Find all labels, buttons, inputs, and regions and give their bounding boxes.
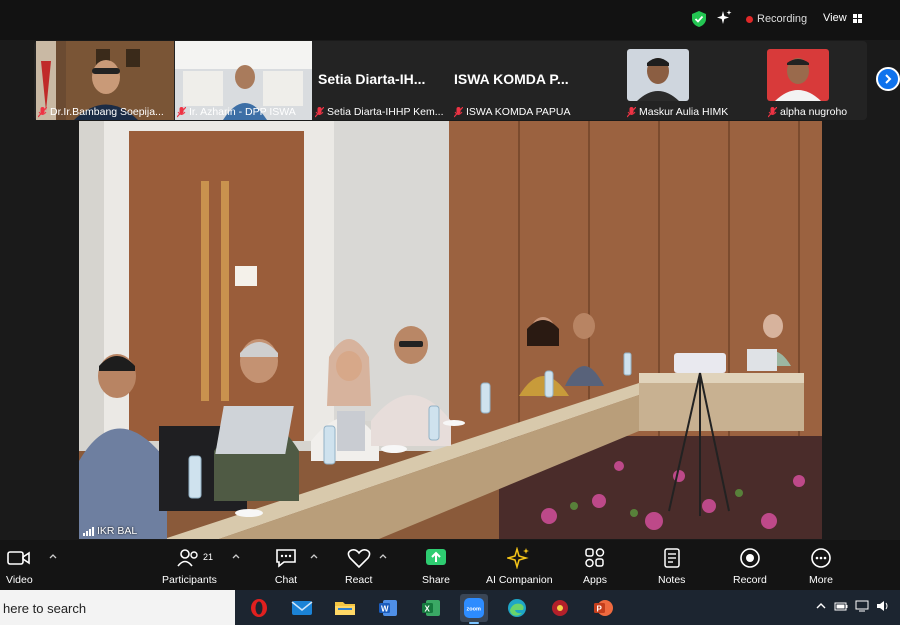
participant-tile[interactable]: ISWA KOMDA P... ISWA KOMDA PAPUA [452, 41, 590, 120]
participant-photo [767, 49, 829, 101]
chevron-up-icon[interactable] [49, 553, 57, 559]
view-label: View [823, 12, 847, 24]
chevron-up-icon[interactable] [310, 553, 318, 559]
chevron-up-icon[interactable] [232, 553, 240, 559]
search-text: here to search [3, 601, 87, 616]
mic-muted-icon [768, 106, 777, 118]
recording-indicator[interactable]: Recording [746, 13, 807, 25]
participant-strip: Dr.Ir.Bambang Soepija... Ir. Azharin - D… [34, 41, 867, 120]
recording-dot-icon [746, 15, 753, 23]
more-icon [811, 548, 831, 568]
recording-label: Recording [757, 13, 808, 25]
notes-icon [663, 548, 680, 568]
participants-count: 21 [203, 552, 214, 562]
participant-tile[interactable]: Maskur Aulia HIMKI [591, 41, 729, 120]
ai-companion-icon [507, 547, 530, 569]
participant-name: Ir. Azharin - DPP ISWA [177, 106, 296, 118]
excel-icon[interactable]: X [417, 594, 445, 622]
shield-check-icon[interactable] [692, 11, 706, 27]
apps-button[interactable]: Apps [583, 546, 607, 586]
participant-photo [627, 49, 689, 101]
heart-icon [347, 549, 371, 569]
opera-icon[interactable] [245, 594, 273, 622]
mic-muted-icon [177, 106, 186, 118]
record-icon [740, 548, 760, 568]
file-explorer-icon[interactable] [331, 594, 359, 622]
word-icon[interactable]: W [374, 594, 402, 622]
svg-text:zoom: zoom [467, 607, 481, 613]
notes-button[interactable]: Notes [658, 546, 685, 586]
active-speaker-video[interactable]: IKR BAL [79, 121, 822, 539]
participant-name: Maskur Aulia HIMKI [627, 106, 729, 118]
participant-tile[interactable]: alpha nugroho [730, 41, 865, 120]
battery-icon[interactable] [834, 600, 848, 612]
meeting-room-scene [79, 121, 822, 539]
svg-text:P: P [597, 605, 603, 614]
meeting-controls: Video Participants 21 Chat React Share A… [0, 540, 900, 590]
zoom-icon[interactable]: zoom [460, 594, 488, 624]
mic-muted-icon [454, 106, 463, 118]
app-icon[interactable] [546, 594, 574, 622]
svg-text:W: W [381, 605, 389, 614]
grid-view-icon [852, 13, 862, 23]
edge-icon[interactable] [503, 594, 531, 622]
participant-display-name: Setia Diarta-IH... [318, 71, 426, 87]
more-button[interactable]: More [809, 546, 833, 586]
next-page-button[interactable] [876, 67, 900, 91]
mic-muted-icon [38, 106, 47, 118]
video-button[interactable]: Video [6, 546, 33, 586]
video-camera-icon [7, 551, 31, 565]
chevron-right-icon [885, 74, 892, 84]
speaker-name-label: IKR BAL [83, 525, 137, 537]
signal-strength-icon [83, 526, 94, 536]
view-button[interactable]: View [823, 12, 862, 24]
mic-muted-icon [627, 106, 636, 118]
chat-bubble-icon [276, 549, 296, 568]
apps-icon [585, 548, 605, 568]
mail-icon[interactable] [288, 594, 316, 622]
ai-sparkle-icon[interactable] [716, 10, 732, 26]
participant-tile[interactable]: Ir. Azharin - DPP ISWA [175, 41, 312, 120]
participant-name: Dr.Ir.Bambang Soepija... [38, 106, 164, 118]
mic-muted-icon [315, 106, 324, 118]
svg-text:X: X [425, 605, 431, 614]
meeting-top-bar: Recording View [0, 0, 900, 40]
record-button[interactable]: Record [733, 546, 767, 586]
participant-name: ISWA KOMDA PAPUA [454, 106, 570, 118]
windows-taskbar: here to search W X zoom P [0, 590, 900, 625]
ai-companion-button[interactable]: AI Companion [486, 546, 553, 586]
taskbar-search-box[interactable]: here to search [0, 590, 235, 625]
participant-display-name: ISWA KOMDA P... [454, 71, 569, 87]
participant-tile[interactable]: Setia Diarta-IH... Setia Diarta-IHHP Kem… [313, 41, 451, 120]
participant-name: Setia Diarta-IHHP Kem... [315, 106, 444, 118]
chevron-up-icon[interactable] [815, 600, 827, 612]
react-button[interactable]: React [345, 546, 372, 586]
participant-name: alpha nugroho [768, 106, 847, 118]
volume-icon[interactable] [876, 600, 890, 612]
chat-button[interactable]: Chat [274, 546, 298, 586]
powerpoint-icon[interactable]: P [589, 594, 617, 622]
participant-tile[interactable]: Dr.Ir.Bambang Soepija... [36, 41, 174, 120]
participants-icon [177, 549, 199, 567]
chevron-up-icon[interactable] [379, 553, 387, 559]
share-button[interactable]: Share [422, 546, 450, 586]
network-icon[interactable] [855, 600, 869, 612]
share-screen-icon [426, 549, 447, 565]
